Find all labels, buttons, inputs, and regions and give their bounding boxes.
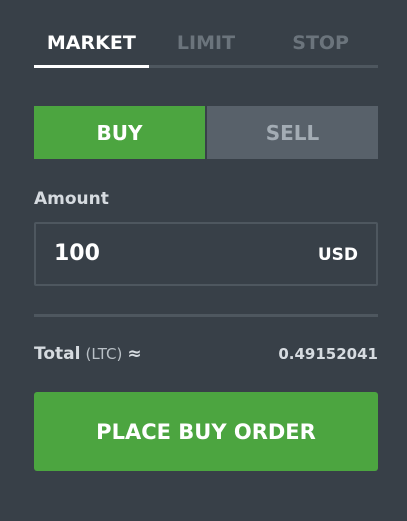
- order-type-tabs: MARKET LIMIT STOP: [34, 28, 378, 68]
- approx-symbol: ≈: [127, 344, 142, 364]
- tab-limit[interactable]: LIMIT: [149, 28, 264, 68]
- amount-currency: USD: [317, 245, 358, 265]
- total-label: Total: [34, 344, 81, 364]
- buy-sell-toggle: BUY SELL: [34, 106, 378, 159]
- tab-market[interactable]: MARKET: [34, 28, 149, 68]
- section-divider: [34, 314, 378, 317]
- total-label-group: Total (LTC) ≈: [34, 344, 142, 364]
- total-unit: (LTC): [85, 345, 123, 363]
- amount-label: Amount: [34, 189, 109, 209]
- total-value: 0.49152041: [278, 345, 378, 363]
- place-buy-order-button[interactable]: PLACE BUY ORDER: [34, 392, 378, 471]
- amount-input[interactable]: [54, 241, 294, 266]
- amount-field[interactable]: USD: [34, 222, 378, 286]
- sell-button[interactable]: SELL: [207, 106, 378, 159]
- buy-button[interactable]: BUY: [34, 106, 205, 159]
- tab-stop[interactable]: STOP: [263, 28, 378, 68]
- active-tab-indicator: [34, 65, 149, 68]
- total-row: Total (LTC) ≈ 0.49152041: [34, 344, 378, 364]
